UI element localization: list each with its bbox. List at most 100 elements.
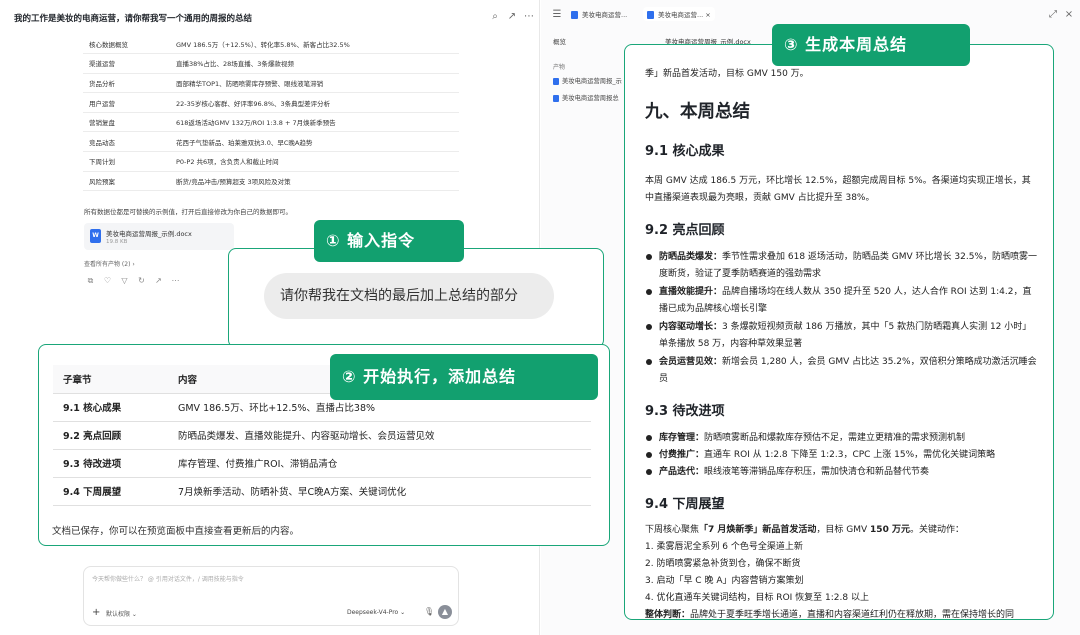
summary-row: 风险预案 断货/竞品冲击/预算超支 3项风险及对策	[83, 171, 459, 192]
instruction-box: 请你帮我在文档的最后加上总结的部分	[228, 248, 604, 348]
copy-icon[interactable]: ⧉	[86, 276, 95, 285]
table-row: 9.4 下周展望 7月焕新季活动、防晒补货、早C晚A方案、关键词优化	[53, 477, 591, 506]
table-row: 9.3 待改进项 库存管理、付费推广ROI、滞销品清仓	[53, 449, 591, 478]
subsection-cell: 9.3 待改进项	[53, 449, 168, 478]
content-cell: 7月焕新季活动、防晒补货、早C晚A方案、关键词优化	[168, 477, 591, 506]
doc-icon	[571, 11, 578, 19]
word-doc-icon: W	[90, 229, 101, 243]
section-heading: 九、本周总结	[645, 102, 750, 122]
summary-value: P0-P2 共6项，含负责人和截止时间	[170, 151, 459, 172]
bullet-label: 付费推广：	[659, 450, 705, 460]
search-icon[interactable]: ⌕	[489, 11, 501, 23]
retry-icon[interactable]: ↻	[137, 276, 146, 285]
summary-row: 竞品动态 花西子气垫新品、珀莱雅双抗3.0、早C晚A趋势	[83, 131, 459, 153]
bullet-label: 防晒品类爆发：	[659, 252, 723, 262]
summary-preview-box: 季」新品首发活动，目标 GMV 150 万。 九、本周总结 9.1 核心成果 本…	[624, 44, 1054, 620]
summary-row: 用户运营 22-35岁核心客群、好评率96.8%、3条典型差评分析	[83, 92, 459, 113]
summary-value: 直播38%占比、28场直播、3条爆款视频	[170, 53, 459, 74]
step-2-badge: ② 开始执行，添加总结	[330, 354, 598, 400]
summary-row: 营销复盘 618返场活动GMV 132万/ROI 1:3.8 + 7月焕新季预告	[83, 112, 459, 133]
permission-selector[interactable]: 默认权限 ⌄	[106, 609, 137, 618]
summary-value: 22-35岁核心客群、好评率96.8%、3条典型差评分析	[170, 92, 459, 113]
subsection-heading: 9.3 待改进项	[645, 404, 725, 419]
summary-label: 竞品动态	[83, 131, 170, 153]
saved-note: 文档已保存，你可以在预览面板中直接查看更新后的内容。	[52, 526, 300, 537]
step-1-badge: ① 输入指令	[314, 220, 464, 262]
subsection-cell: 9.4 下周展望	[53, 477, 168, 506]
subsection-cell: 9.2 亮点回顾	[53, 421, 168, 450]
tab-file-2[interactable]: 美妆电商运营... ×	[643, 7, 715, 21]
content-cell: 库存管理、付费推广ROI、滞销品清仓	[168, 449, 591, 478]
message-actions: ⧉ ♡ ▽ ↻ ↗ ⋯	[86, 276, 180, 285]
bullet-item: 产品迭代：眼线液笔等滞销品库存积压，需加快清仓和新品替代节奏	[645, 464, 1037, 481]
model-selector[interactable]: Deepseek-V4-Pro ⌄	[347, 609, 405, 616]
doc-icon	[553, 77, 559, 85]
summary-label: 货品分析	[83, 73, 170, 94]
thumbs-up-icon[interactable]: ♡	[103, 276, 112, 285]
thumbs-down-icon[interactable]: ▽	[120, 276, 129, 285]
tab-file-1[interactable]: 美妆电商运营...	[571, 9, 627, 19]
more-icon[interactable]: ⋯	[171, 276, 180, 285]
numbered-item: 1. 柔雾唇泥全系列 6 个色号全渠道上新	[645, 542, 803, 552]
send-button[interactable]: ▲	[438, 605, 452, 619]
share-icon[interactable]: ↗	[506, 11, 518, 23]
summary-value: GMV 186.5万（+12.5%）、转化率5.8%、新客占比32.5%	[170, 34, 459, 55]
outlook-intro: 下周核心聚焦「7 月焕新季」新品首发活动，目标 GMV 150 万元。关键动作：	[645, 525, 964, 535]
more-icon[interactable]: ⋯	[523, 11, 535, 23]
summary-label: 渠道运营	[83, 53, 170, 74]
summary-table: 核心数据概览 GMV 186.5万（+12.5%）、转化率5.8%、新客占比32.…	[83, 34, 459, 192]
products-label: 产物	[553, 64, 566, 71]
summary-row: 货品分析 面部精华TOP1、防晒喷雾库存预警、眼线液笔滞销	[83, 73, 459, 94]
summary-value: 花西子气垫新品、珀莱雅双抗3.0、早C晚A趋势	[170, 131, 459, 153]
lead-paragraph: 季」新品首发活动，目标 GMV 150 万。	[645, 69, 809, 79]
chat-title: 我的工作是美妆的电商运营，请你帮我写一个通用的周报的总结	[14, 14, 253, 24]
sidebar-file-2[interactable]: 美妆电商运营周报总	[553, 93, 635, 102]
bullet-text: 直通车 ROI 从 1:2.8 下降至 1:2.3，CPC 上涨 15%，需优化…	[704, 450, 996, 460]
table-row: 9.2 亮点回顾 防晒品类爆发、直播效能提升、内容驱动增长、会员运营见效	[53, 421, 591, 450]
numbered-item: 4. 优化直通车关键词结构，目标 ROI 恢复至 1:2.8 以上	[645, 593, 869, 603]
summary-value: 断货/竞品冲击/预算超支 3项风险及对策	[170, 171, 459, 192]
summary-label: 营销复盘	[83, 112, 170, 133]
column-header: 子章节	[53, 365, 168, 394]
view-all-artifacts-link[interactable]: 查看所有产物 (2) ›	[84, 259, 135, 268]
highlights-list: 防晒品类爆发：季节性需求叠加 618 返场活动，防晒品类 GMV 环比增长 32…	[645, 249, 1037, 388]
microphone-icon[interactable]: 🎙	[424, 607, 434, 616]
summary-value: 面部精华TOP1、防晒喷雾库存预警、眼线液笔滞销	[170, 73, 459, 94]
file-card[interactable]: W 美妆电商运营周报_示例.docx 19.8 KB	[84, 223, 234, 250]
bullet-text: 防晒喷雾断品和爆款库存预估不足，需建立更精准的需求预测机制	[704, 433, 966, 443]
bullet-item: 库存管理：防晒喷雾断品和爆款库存预估不足，需建立更精准的需求预测机制	[645, 430, 1037, 447]
sidebar-file-1[interactable]: 美妆电商运营周报_示	[553, 76, 635, 85]
add-icon[interactable]: +	[92, 607, 100, 618]
bullet-label: 产品迭代：	[659, 467, 705, 477]
summary-label: 风险预案	[83, 171, 170, 192]
step-3-badge: ③ 生成本周总结	[772, 24, 970, 66]
bullet-item: 内容驱动增长：3 条爆款短视频贡献 186 万播放，其中「5 款热门防晒霜真人实…	[645, 319, 1037, 353]
message-composer[interactable]: 今天帮你做些什么？ @ 引用对话文件，/ 调用技能与指令 + 默认权限 ⌄ De…	[83, 566, 459, 626]
outlook-list: 1. 柔雾唇泥全系列 6 个色号全渠道上新 2. 防晒喷雾紧急补货到仓，确保不断货…	[645, 539, 1037, 607]
user-message-bubble: 请你帮我在文档的最后加上总结的部分	[264, 273, 554, 319]
summary-label: 用户运营	[83, 92, 170, 113]
bullet-item: 直播效能提升：品牌自播场均在线人数从 350 提升至 520 人，达人合作 RO…	[645, 284, 1037, 318]
close-icon[interactable]: ×	[1063, 9, 1075, 21]
summary-row: 核心数据概览 GMV 186.5万（+12.5%）、转化率5.8%、新客占比32.…	[83, 34, 459, 55]
core-results-paragraph: 本周 GMV 达成 186.5 万元，环比增长 12.5%，超额完成周目标 5%…	[645, 176, 1031, 203]
bullet-item: 付费推广：直通车 ROI 从 1:2.8 下降至 1:2.3，CPC 上涨 15…	[645, 447, 1037, 464]
doc-icon	[647, 11, 654, 19]
share-icon[interactable]: ↗	[154, 276, 163, 285]
bullet-item: 会员运营见效：新增会员 1,280 人，会员 GMV 占比达 35.2%，双倍积…	[645, 354, 1037, 388]
expand-icon[interactable]: ⤢	[1047, 9, 1059, 21]
summary-value: 618返场活动GMV 132万/ROI 1:3.8 + 7月焕新季预告	[170, 112, 459, 133]
subsection-cell: 9.1 核心成果	[53, 393, 168, 422]
summary-row: 下周计划 P0-P2 共6项，含负责人和截止时间	[83, 151, 459, 172]
bullet-label: 库存管理：	[659, 433, 705, 443]
improvements-list: 库存管理：防晒喷雾断品和爆款库存预估不足，需建立更精准的需求预测机制 付费推广：直…	[645, 430, 1037, 481]
file-size: 19.8 KB	[106, 239, 128, 245]
close-icon[interactable]: ×	[705, 11, 710, 19]
composer-placeholder[interactable]: 今天帮你做些什么？ @ 引用对话文件，/ 调用技能与指令	[92, 574, 244, 583]
overview-dropdown[interactable]: 概览	[553, 36, 566, 46]
numbered-item: 2. 防晒喷雾紧急补货到仓，确保不断货	[645, 559, 801, 569]
note-text: 所有数据位都是可替换的示例值，打开后直接修改为你自己的数据即可。	[84, 208, 292, 216]
summary-label: 核心数据概览	[83, 34, 170, 55]
sidebar-toggle-icon[interactable]: ☰	[551, 9, 563, 21]
summary-row: 渠道运营 直播38%占比、28场直播、3条爆款视频	[83, 53, 459, 74]
